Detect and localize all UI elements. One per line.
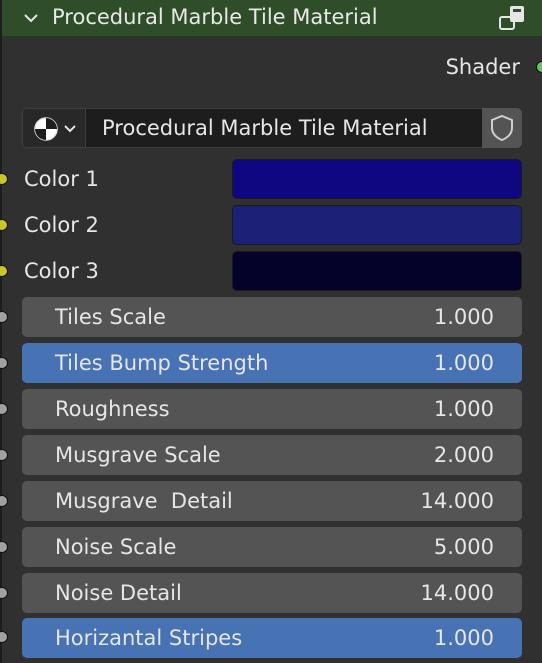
node-title: Procedural Marble Tile Material [52,5,378,29]
field-value: 1.000 [433,397,494,421]
material-name-field[interactable]: Procedural Marble Tile Material [86,108,482,148]
tiles-bump-strength-field[interactable]: Tiles Bump Strength 1.000 [22,343,522,383]
field-value: 5.000 [433,535,494,559]
color-3-socket[interactable] [0,265,8,277]
material-sphere-icon [34,117,76,141]
tiles-scale-socket[interactable] [0,311,8,323]
field-value: 1.000 [433,351,494,375]
color-2-label: Color 2 [24,213,99,237]
field-value: 14.000 [420,489,494,513]
chevron-down-icon[interactable] [22,9,40,27]
noise-scale-socket[interactable] [0,541,8,553]
tiles-bump-strength-socket[interactable] [0,357,8,369]
field-label: Musgrave Scale [55,443,221,467]
color-2-socket[interactable] [0,219,8,231]
shield-icon [491,114,513,142]
color-1-socket[interactable] [0,173,8,185]
field-value: 1.000 [433,305,494,329]
musgrave-detail-socket[interactable] [0,495,8,507]
noise-detail-field[interactable]: Noise Detail 14.000 [22,573,522,613]
field-label: Roughness [55,397,170,421]
field-label: Tiles Bump Strength [55,351,269,375]
color-1-label: Color 1 [24,167,99,191]
musgrave-detail-field[interactable]: Musgrave Detail 14.000 [22,481,522,521]
color-1-swatch[interactable] [232,159,522,199]
color-3-swatch[interactable] [232,251,522,291]
musgrave-scale-socket[interactable] [0,449,8,461]
node-frame: Procedural Marble Tile Material Shader P… [0,0,542,663]
color-2-swatch[interactable] [232,205,522,245]
horizantal-stripes-socket[interactable] [0,631,8,643]
noise-detail-socket[interactable] [0,587,8,599]
shader-output-label: Shader [445,55,520,79]
horizantal-stripes-field[interactable]: Horizantal Stripes 1.000 [22,618,522,658]
node-group-icon[interactable] [498,3,528,33]
shader-output-socket[interactable] [536,61,542,73]
field-label: Noise Scale [55,535,177,559]
field-label: Tiles Scale [55,305,166,329]
field-label: Musgrave Detail [55,489,233,513]
node-header[interactable]: Procedural Marble Tile Material [2,0,542,37]
roughness-field[interactable]: Roughness 1.000 [22,389,522,429]
material-selector: Procedural Marble Tile Material [22,108,522,148]
color-3-label: Color 3 [24,259,99,283]
field-label: Horizantal Stripes [55,626,243,650]
roughness-socket[interactable] [0,403,8,415]
field-value: 1.000 [433,626,494,650]
tiles-scale-field[interactable]: Tiles Scale 1.000 [22,297,522,337]
musgrave-scale-field[interactable]: Musgrave Scale 2.000 [22,435,522,475]
field-value: 14.000 [420,581,494,605]
field-label: Noise Detail [55,581,182,605]
fake-user-button[interactable] [482,108,522,148]
material-browse-button[interactable] [22,108,86,148]
field-value: 2.000 [433,443,494,467]
noise-scale-field[interactable]: Noise Scale 5.000 [22,527,522,567]
